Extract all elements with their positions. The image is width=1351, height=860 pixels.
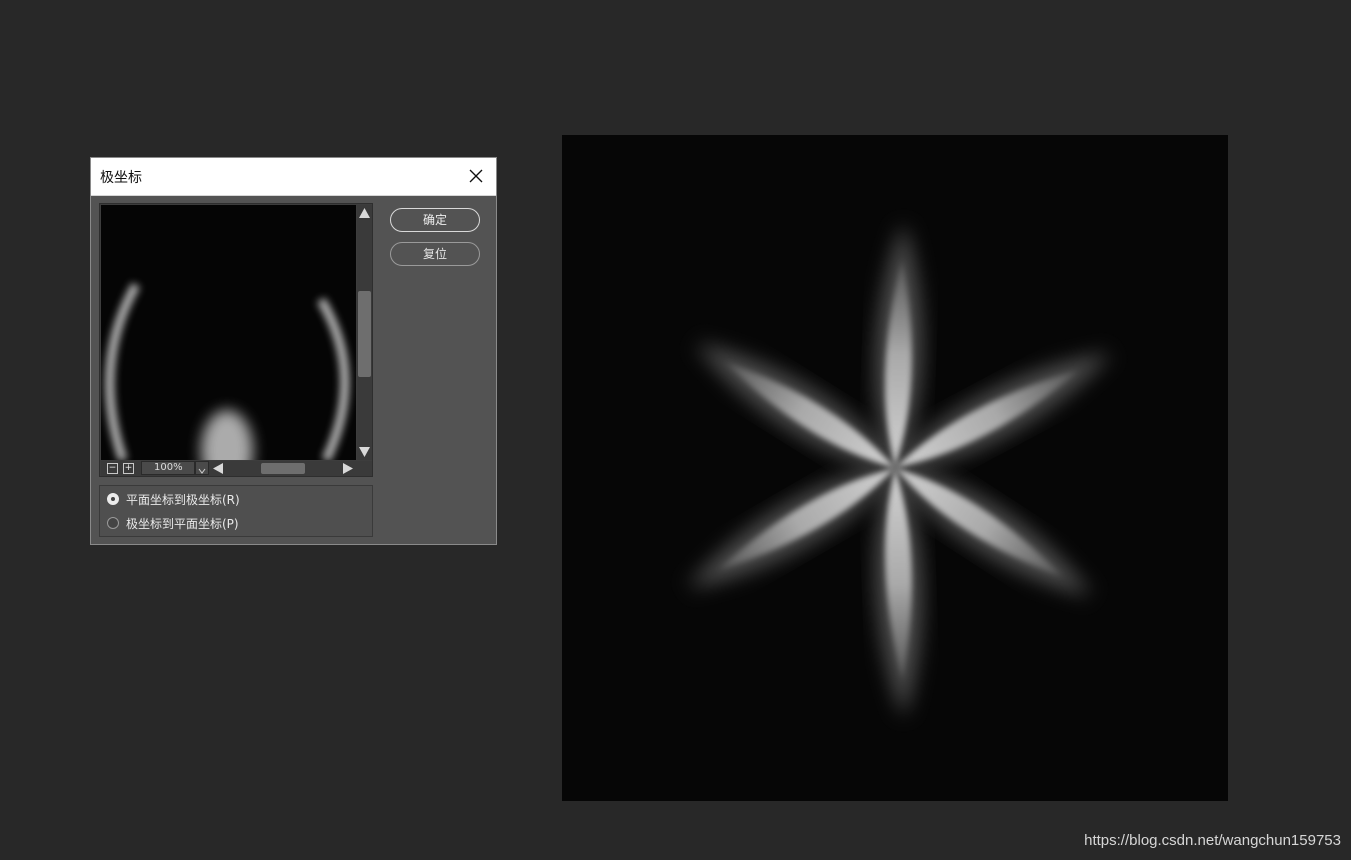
filter-preview-panel: − + 100% — [99, 203, 373, 477]
polar-coordinates-dialog: 极坐标 − + 100% 确定 复位 平面坐标到极坐标(R) 极坐标到平面坐标(… — [90, 157, 497, 545]
radio-polar-to-rect[interactable] — [107, 517, 119, 529]
vertical-scroll-thumb[interactable] — [358, 291, 371, 377]
close-icon — [469, 169, 483, 183]
triangle-right-icon[interactable] — [343, 463, 353, 474]
triangle-left-icon[interactable] — [213, 463, 223, 474]
filter-preview-image[interactable] — [101, 205, 356, 460]
watermark-text: https://blog.csdn.net/wangchun159753 — [1084, 832, 1341, 849]
petal — [725, 362, 895, 468]
chevron-down-icon — [198, 468, 206, 474]
horizontal-scroll-thumb[interactable] — [261, 463, 305, 474]
ok-button[interactable]: 确定 — [390, 208, 480, 232]
petal — [718, 468, 895, 570]
triangle-up-icon[interactable] — [359, 208, 370, 218]
option-rect-to-polar-label: 平面坐标到极坐标(R) — [126, 492, 240, 507]
close-button[interactable] — [462, 163, 490, 190]
triangle-down-icon[interactable] — [359, 447, 370, 457]
zoom-level-field[interactable]: 100% — [141, 461, 195, 475]
preview-bottom-bar: − + 100% — [101, 461, 372, 476]
option-rect-to-polar[interactable]: 平面坐标到极坐标(R) — [107, 489, 240, 509]
preview-arcs-graphic — [105, 282, 350, 460]
preview-vertical-scrollbar[interactable] — [357, 205, 372, 460]
zoom-dropdown-button[interactable] — [195, 461, 209, 475]
flower-image — [687, 223, 1112, 718]
zoom-in-button[interactable]: + — [123, 463, 134, 474]
document-canvas[interactable] — [562, 135, 1228, 801]
conversion-options-group: 平面坐标到极坐标(R) 极坐标到平面坐标(P) — [99, 485, 373, 537]
dialog-titlebar[interactable]: 极坐标 — [91, 158, 496, 196]
option-polar-to-rect[interactable]: 极坐标到平面坐标(P) — [107, 513, 239, 533]
reset-button[interactable]: 复位 — [390, 242, 480, 266]
option-polar-to-rect-label: 极坐标到平面坐标(P) — [126, 516, 239, 531]
dialog-title: 极坐标 — [100, 170, 142, 186]
radio-rect-to-polar[interactable] — [107, 493, 119, 505]
zoom-out-button[interactable]: − — [107, 463, 118, 474]
